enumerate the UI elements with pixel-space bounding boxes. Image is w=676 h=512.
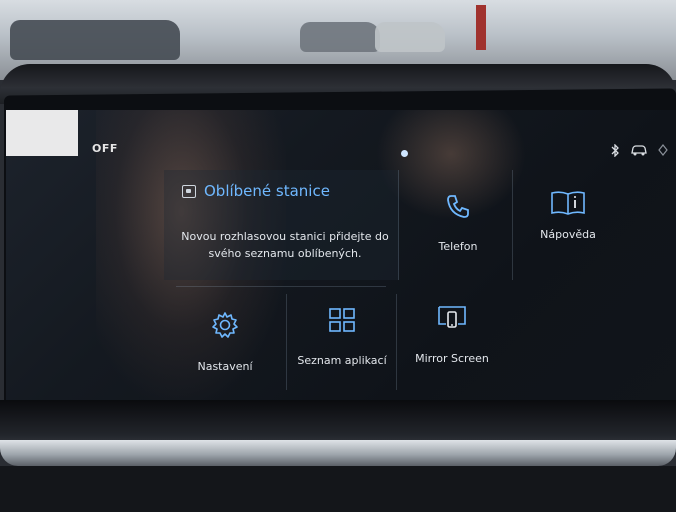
help-label: Nápověda [540, 228, 596, 241]
apps-label: Seznam aplikací [297, 354, 387, 367]
red-pole [476, 5, 486, 50]
favorite-stations-label: Oblíbené stanice [204, 182, 330, 200]
phone-icon [447, 195, 469, 218]
off-status-label[interactable]: OFF [92, 142, 118, 155]
photo-scene: OFF Oblíbené stanice Novou rozhlasovou s… [0, 0, 676, 512]
radio-icon [182, 184, 196, 198]
bluetooth-icon [610, 143, 620, 160]
status-icons [610, 143, 668, 160]
mirror-screen-icon [438, 306, 466, 328]
parked-car [375, 22, 445, 52]
infotainment-screen: OFF Oblíbené stanice Novou rozhlasovou s… [6, 110, 676, 400]
phone-label: Telefon [438, 240, 478, 253]
mirror-screen-label: Mirror Screen [415, 352, 489, 365]
help-tile[interactable]: Nápověda [514, 170, 622, 280]
dashboard-bottom [0, 466, 676, 512]
signal-icon [658, 144, 668, 160]
mirror-screen-tile[interactable]: Mirror Screen [398, 294, 506, 390]
row-divider [176, 286, 386, 287]
settings-tile[interactable]: Nastavení [164, 294, 287, 390]
apps-tile[interactable]: Seznam aplikací [288, 294, 397, 390]
favorite-stations-widget[interactable]: Oblíbené stanice Novou rozhlasovou stani… [164, 170, 399, 280]
page-indicator-dot [401, 150, 408, 157]
car-icon [630, 144, 648, 160]
favorite-stations-title[interactable]: Oblíbené stanice [182, 182, 330, 200]
parked-car [10, 20, 180, 60]
phone-tile[interactable]: Telefon [404, 170, 513, 280]
chrome-trim [0, 440, 676, 466]
settings-label: Nastavení [197, 360, 253, 373]
parked-car [300, 22, 380, 52]
grid-icon [329, 308, 355, 332]
gear-icon [212, 312, 238, 338]
book-icon [551, 191, 585, 215]
favorite-stations-description: Novou rozhlasovou stanici přidejte do sv… [181, 230, 389, 260]
status-tile[interactable] [6, 110, 78, 156]
